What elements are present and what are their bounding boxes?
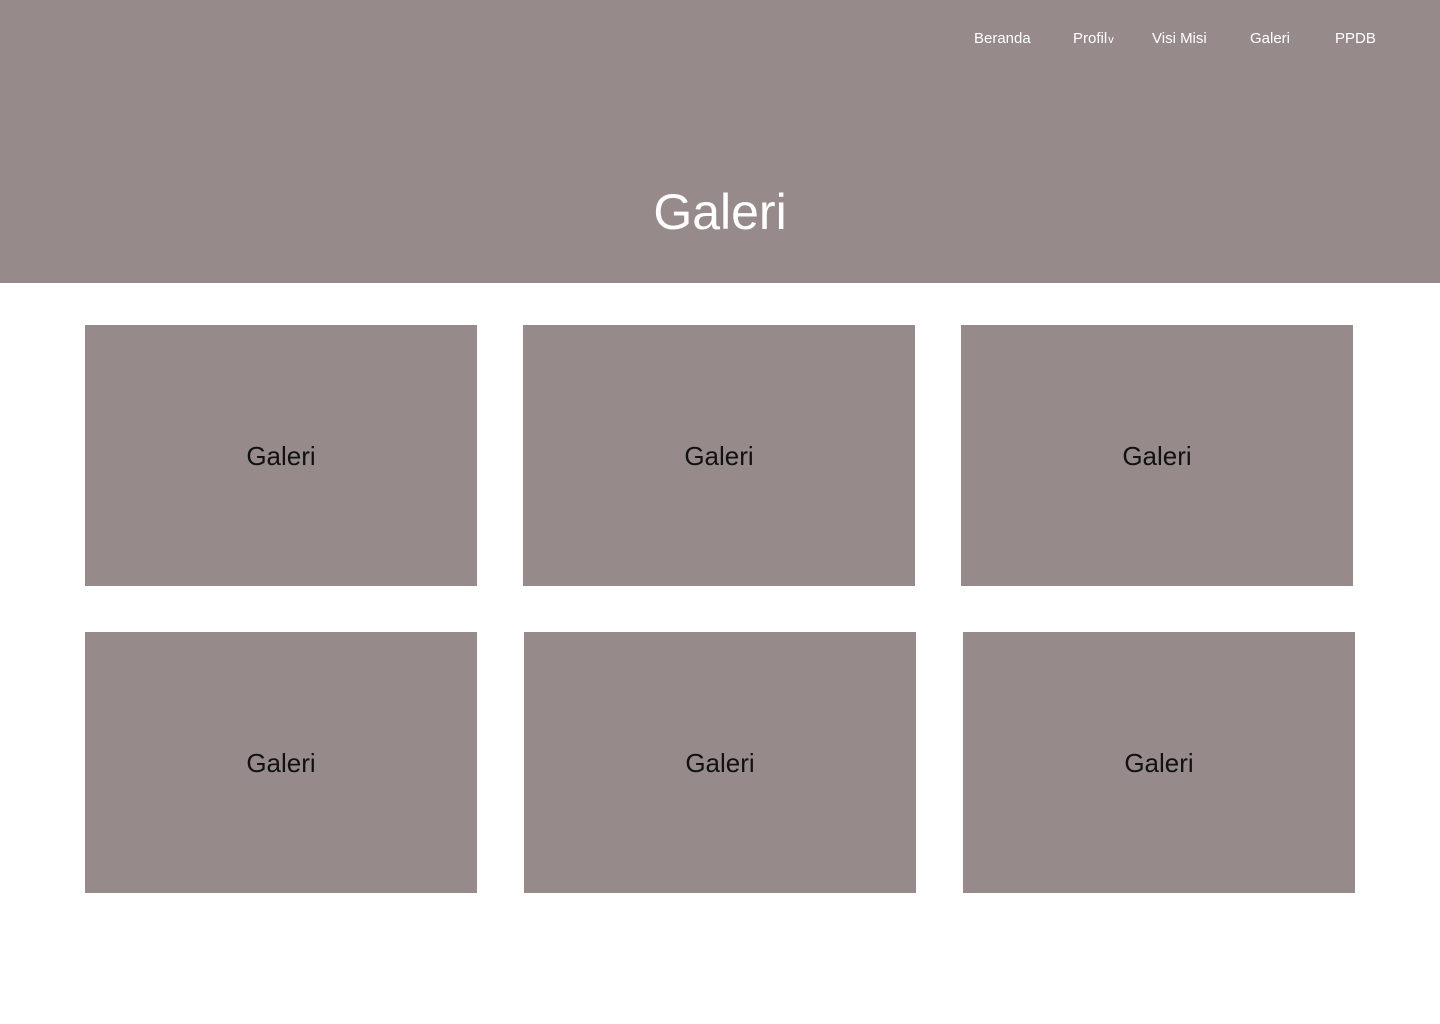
nav-item-label: Profil [1073, 30, 1108, 47]
nav-item-label: Beranda [974, 30, 1031, 47]
gallery-card-label: Galeri [1124, 747, 1194, 778]
nav-item-ppdb[interactable]: PPDB [1335, 29, 1376, 49]
gallery-card[interactable]: Galeri [524, 632, 916, 893]
gallery-card[interactable]: Galeri [523, 325, 915, 586]
hero-banner: Beranda Profilv Visi Misi Galeri PPDB Ga… [0, 0, 1440, 283]
chevron-down-icon: v [1108, 34, 1114, 46]
gallery-card-label: Galeri [684, 440, 754, 471]
nav-item-label: PPDB [1335, 30, 1376, 47]
gallery-card[interactable]: Galeri [85, 325, 477, 586]
gallery-card[interactable]: Galeri [85, 632, 477, 893]
gallery-card-label: Galeri [1122, 440, 1192, 471]
gallery-card-label: Galeri [685, 747, 755, 778]
nav-item-profil[interactable]: Profilv [1073, 29, 1114, 49]
gallery-card[interactable]: Galeri [963, 632, 1355, 893]
gallery-card-label: Galeri [246, 440, 316, 471]
page-title: Galeri [653, 184, 787, 240]
gallery-card[interactable]: Galeri [961, 325, 1353, 586]
nav-item-label: Visi Misi [1152, 30, 1207, 47]
nav-item-visi-misi[interactable]: Visi Misi [1152, 29, 1207, 49]
nav-item-label: Galeri [1250, 30, 1291, 47]
nav-item-galeri[interactable]: Galeri [1250, 29, 1290, 49]
main-nav: Beranda Profilv Visi Misi Galeri PPDB [0, 29, 1440, 49]
gallery-card-label: Galeri [246, 747, 316, 778]
nav-item-beranda[interactable]: Beranda [974, 29, 1031, 49]
